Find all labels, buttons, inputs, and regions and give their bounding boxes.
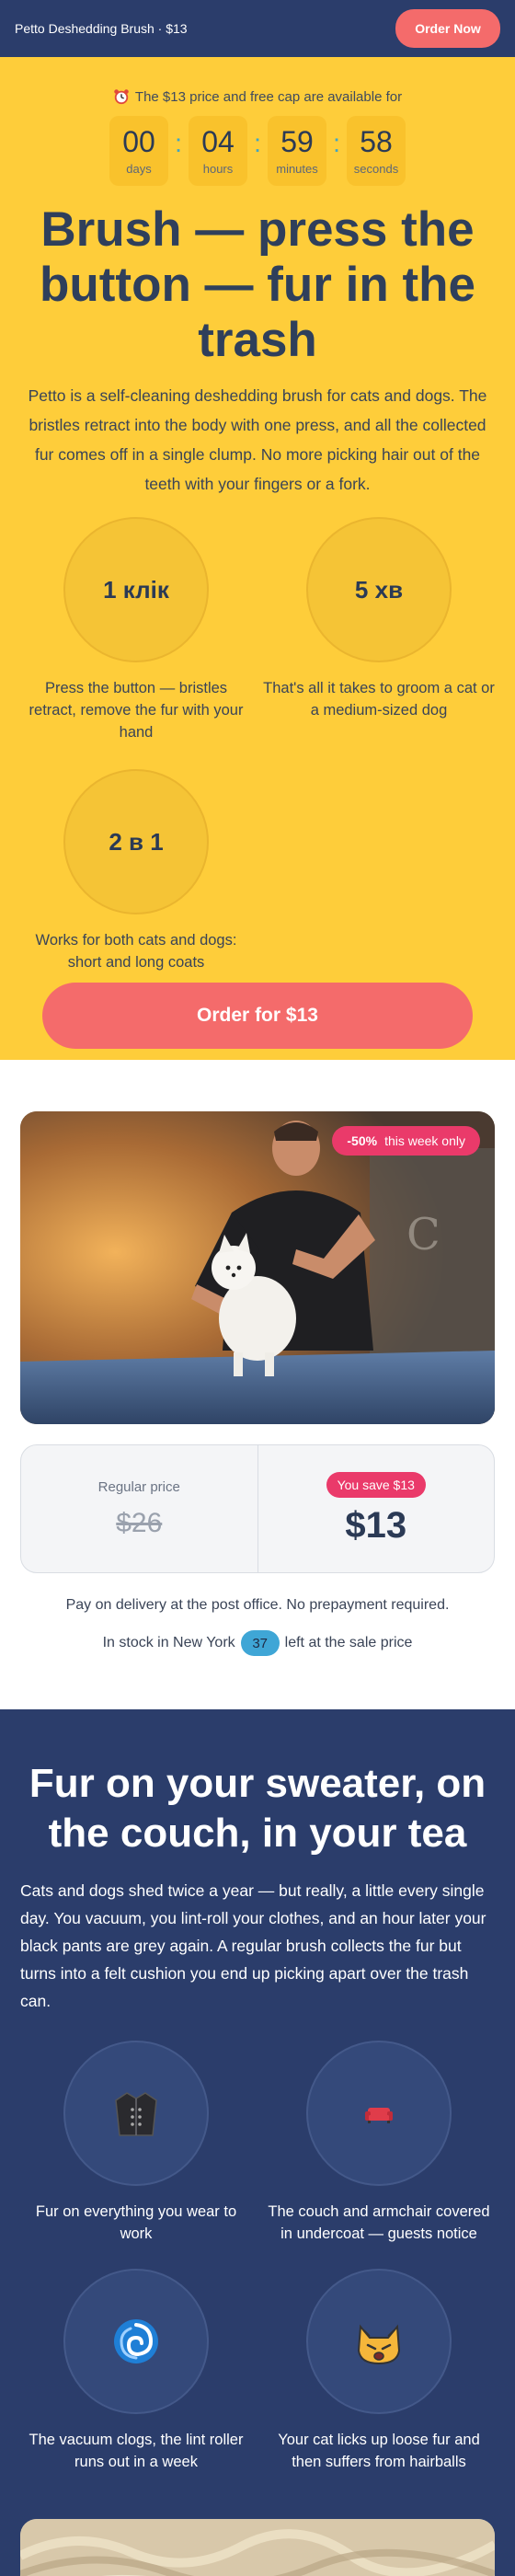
countdown-value: 59	[280, 124, 314, 158]
hero-description: Petto is a self-cleaning deshedding brus…	[28, 386, 487, 493]
feature-badge: 2 в 1	[63, 769, 209, 914]
sale-price-column: You save $13 $13	[257, 1445, 495, 1572]
pain-text: The vacuum clogs, the lint roller runs o…	[29, 2432, 244, 2470]
pain-point: The couch and armchair covered in underc…	[258, 2041, 500, 2245]
svg-text:C: C	[406, 1209, 441, 1260]
countdown-minutes: 59 minutes	[268, 116, 326, 186]
coat-icon	[115, 2092, 157, 2136]
problem-title: Fur on your sweater, on the couch, in yo…	[29, 1761, 486, 1856]
countdown-value: 58	[360, 124, 393, 158]
countdown-timer: 00 days : 04 hours : 59 minutes : 58 sec…	[0, 116, 515, 186]
feature-text: Works for both cats and dogs: short and …	[35, 932, 237, 971]
problem-section: Fur on your sweater, on the couch, in yo…	[0, 1709, 515, 2576]
payment-note: Pay on delivery at the post office. No p…	[65, 1597, 450, 1613]
old-price: $26	[116, 1507, 163, 1538]
countdown-hours: 04 hours	[189, 116, 247, 186]
countdown-separator: :	[333, 129, 340, 157]
fur-closeup-photo	[20, 2519, 495, 2576]
feature-item: 5 хв That's all it takes to groom a cat …	[258, 517, 500, 743]
pain-point: Your cat licks up loose fur and then suf…	[258, 2269, 500, 2473]
feature-item: 2 в 1 Works for both cats and dogs: shor…	[15, 769, 258, 973]
sale-price: $13	[345, 1504, 407, 1546]
feature-item: 1 клік Press the button — bristles retra…	[15, 517, 258, 743]
pain-text: Fur on everything you wear to work	[35, 2203, 237, 2242]
pain-point: Fur on everything you wear to work	[15, 2041, 258, 2245]
problem-description: Cats and dogs shed twice a year — but re…	[20, 1881, 486, 2010]
stock-indicator: In stock in New York 37 left at the sale…	[0, 1630, 515, 1656]
feature-text: That's all it takes to groom a cat or a …	[263, 680, 495, 719]
product-section: C -50% this week only Regular price $26 …	[0, 1060, 515, 1709]
pain-icon-circle	[63, 2269, 209, 2414]
countdown-value: 04	[201, 124, 235, 158]
stock-prefix: In stock in New York	[102, 1635, 235, 1650]
stock-suffix: left at the sale price	[284, 1635, 413, 1650]
hero-section: The $13 price and free cap are available…	[0, 57, 515, 1060]
countdown-seconds: 58 seconds	[347, 116, 406, 186]
discount-badge: -50% this week only	[332, 1126, 480, 1156]
countdown-days: 00 days	[109, 116, 168, 186]
feature-text: Press the button — bristles retract, rem…	[29, 680, 244, 741]
pain-points-grid: Fur on everything you wear to work The c…	[0, 2041, 515, 2473]
regular-price-column: Regular price $26	[21, 1445, 258, 1572]
discount-note: this week only	[384, 1133, 465, 1148]
discount-percent: -50%	[347, 1133, 378, 1148]
countdown-separator: :	[254, 129, 261, 157]
product-photo: C -50% this week only	[20, 1111, 495, 1424]
stock-count-badge: 37	[240, 1630, 280, 1656]
save-badge: You save $13	[326, 1471, 426, 1498]
pain-icon-circle	[306, 2269, 452, 2414]
hero-title: Brush — press the button — fur in the tr…	[40, 202, 475, 367]
offer-line: The $13 price and free cap are available…	[0, 88, 515, 105]
alarm-clock-icon	[114, 89, 129, 105]
feature-badge: 5 хв	[306, 517, 452, 662]
countdown-separator: :	[175, 129, 182, 157]
pain-text: Your cat licks up loose fur and then suf…	[278, 2432, 480, 2470]
cyclone-icon	[114, 2319, 158, 2363]
regular-price-label: Regular price	[97, 1478, 180, 1495]
countdown-label: hours	[202, 161, 234, 176]
countdown-label: days	[126, 161, 152, 176]
feature-grid: 1 клік Press the button — bristles retra…	[0, 517, 515, 973]
countdown-label: seconds	[353, 161, 399, 176]
offer-text: The $13 price and free cap are available…	[134, 88, 403, 105]
pain-icon-circle	[63, 2041, 209, 2186]
couch-icon	[365, 2108, 393, 2123]
order-button[interactable]: Order for $13	[42, 983, 473, 1049]
groomer-with-dog-image: C	[20, 1111, 495, 1424]
price-card: Regular price $26 You save $13 $13	[20, 1444, 495, 1573]
countdown-value: 00	[122, 124, 155, 158]
feature-badge: 1 клік	[63, 517, 209, 662]
top-bar: Petto Deshedding Brush · $13 Order Now	[0, 0, 515, 57]
pain-icon-circle	[306, 2041, 452, 2186]
cat-face-icon	[357, 2324, 401, 2365]
fur-texture-image	[20, 2519, 495, 2576]
order-now-button[interactable]: Order Now	[395, 9, 500, 48]
brand-title: Petto Deshedding Brush · $13	[15, 21, 188, 36]
pain-text: The couch and armchair covered in underc…	[268, 2203, 490, 2242]
countdown-label: minutes	[276, 161, 318, 176]
pain-point: The vacuum clogs, the lint roller runs o…	[15, 2269, 258, 2473]
